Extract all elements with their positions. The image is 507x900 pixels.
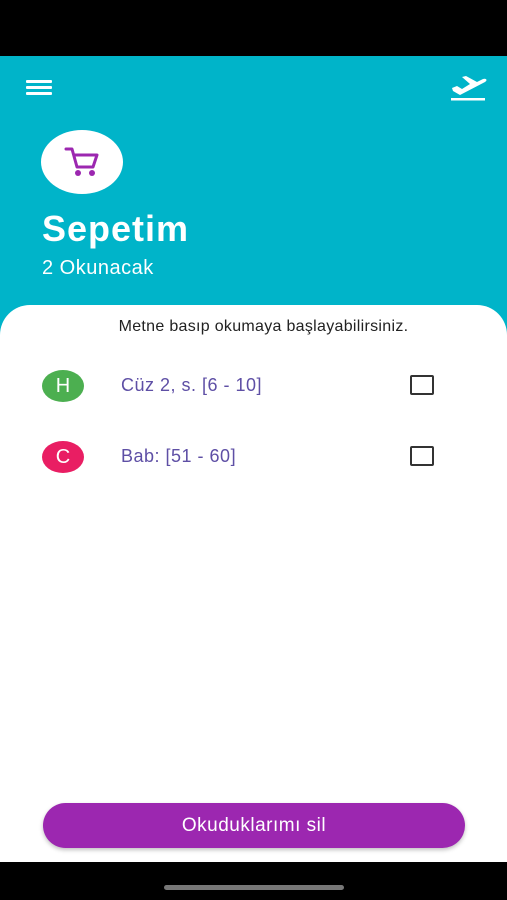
flight-takeoff-icon[interactable] [448,74,488,102]
item-badge: C [42,441,84,473]
shopping-cart-icon [64,147,99,176]
item-checkbox[interactable] [410,446,434,466]
status-bar [0,0,507,56]
hint-text: Metne basıp okumaya başlayabilirsiniz. [118,318,409,335]
menu-icon[interactable] [26,80,52,98]
item-badge: H [42,370,84,402]
list-item[interactable]: H Cüz 2, s. [6 - 10] [0,356,507,416]
page-title: Sepetim [42,208,190,249]
page-subtitle: 2 Okunacak [42,257,154,279]
item-checkbox[interactable] [410,375,434,395]
list-item[interactable]: C Bab: [51 - 60] [0,427,507,487]
home-indicator[interactable] [164,885,344,890]
item-label[interactable]: Bab: [51 - 60] [121,446,236,467]
system-nav-bar [0,862,507,900]
delete-read-button[interactable]: Okuduklarımı sil [43,803,465,848]
item-label[interactable]: Cüz 2, s. [6 - 10] [121,375,262,396]
header [0,56,507,346]
cart-avatar [41,130,123,194]
